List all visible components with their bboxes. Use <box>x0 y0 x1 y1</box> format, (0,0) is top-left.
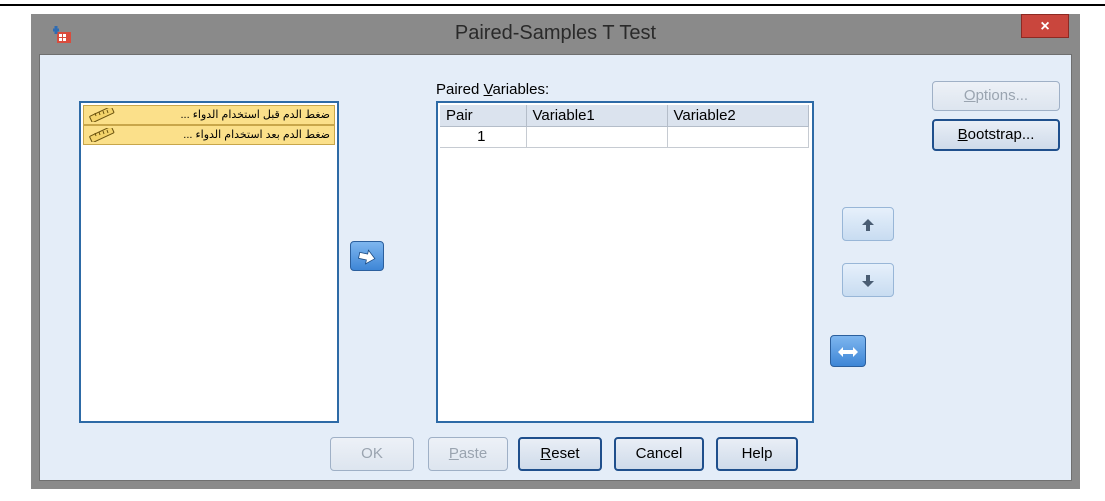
reset-button[interactable]: Reset <box>518 437 602 471</box>
top-rule <box>0 4 1105 6</box>
column-header-variable2: Variable2 <box>667 105 809 127</box>
scale-ruler-icon <box>89 108 115 122</box>
variable1-cell[interactable] <box>526 126 668 148</box>
variable-item-before[interactable]: ضغط الدم قبل استخدام الدواء ... <box>83 105 335 125</box>
bootstrap-button[interactable]: Bootstrap... <box>932 119 1060 151</box>
ok-button[interactable]: OK <box>330 437 414 471</box>
pair-number-cell: 1 <box>440 126 527 148</box>
paired-variables-label: Paired Variables: <box>436 81 550 98</box>
variable2-cell[interactable] <box>667 126 809 148</box>
variable-item-after[interactable]: ضغط الدم بعد استخدام الدواء ... <box>83 125 335 145</box>
column-header-pair: Pair <box>440 105 527 127</box>
title-bar[interactable]: Paired-Samples T Test × <box>31 14 1080 54</box>
column-header-variable1: Variable1 <box>526 105 668 127</box>
variable-label: ضغط الدم قبل استخدام الدواء ... <box>180 109 331 121</box>
table-header-row: Pair Variable1 Variable2 <box>440 105 809 127</box>
arrow-up-icon <box>862 219 874 231</box>
swap-horizontal-icon <box>838 347 858 357</box>
arrow-right-icon <box>358 249 376 265</box>
paired-variables-grid[interactable]: Pair Variable1 Variable2 1 <box>436 101 814 423</box>
dialog-client-area: ضغط الدم قبل استخدام الدواء ... ضغط الدم… <box>39 54 1072 481</box>
move-down-button[interactable] <box>842 263 894 297</box>
close-button[interactable]: × <box>1021 14 1069 38</box>
paired-variables-table: Pair Variable1 Variable2 1 <box>440 105 809 148</box>
arrow-down-icon <box>862 275 874 287</box>
dialog-title: Paired-Samples T Test <box>454 22 657 44</box>
dialog-window: Paired-Samples T Test × ضغط الدم قبل است… <box>31 14 1080 489</box>
move-up-button[interactable] <box>842 207 894 241</box>
scale-ruler-icon <box>89 128 115 142</box>
move-to-pairs-button[interactable] <box>350 241 384 271</box>
swap-variables-button[interactable] <box>830 335 866 367</box>
help-button[interactable]: Help <box>716 437 798 471</box>
source-variable-list[interactable]: ضغط الدم قبل استخدام الدواء ... ضغط الدم… <box>79 101 339 423</box>
variable-label: ضغط الدم بعد استخدام الدواء ... <box>183 129 330 141</box>
options-button[interactable]: Options... <box>932 81 1060 111</box>
table-row[interactable]: 1 <box>440 126 809 148</box>
cancel-button[interactable]: Cancel <box>614 437 704 471</box>
paste-button[interactable]: Paste <box>428 437 508 471</box>
